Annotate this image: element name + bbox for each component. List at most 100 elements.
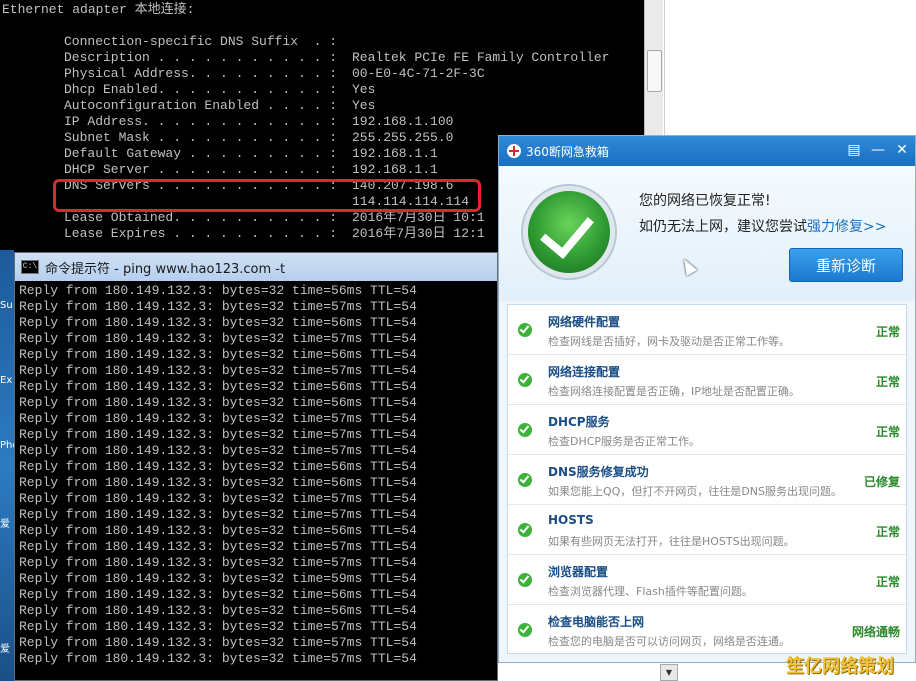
check-item-desc: 检查DHCP服务是否正常工作。	[548, 435, 701, 448]
suggestion-text: 如仍无法上网，建议您尝试	[639, 219, 807, 235]
dns-servers-highlight	[53, 179, 481, 212]
ipconfig-value: Realtek PCIe FE Family Controller	[352, 50, 610, 65]
ipconfig-label: DHCP Server . . . . . . . . . . . :	[64, 162, 338, 177]
ping-reply-line: Reply from 180.149.132.3: bytes=32 time=…	[19, 299, 417, 314]
check-item-title: 检查电脑能否上网	[548, 615, 645, 629]
panel-titlebar[interactable]: 360断网急救箱 ▤ — ✕	[499, 136, 915, 166]
ping-reply-line: Reply from 180.149.132.3: bytes=32 time=…	[19, 571, 417, 586]
ipconfig-value: 192.168.1.1	[352, 162, 438, 177]
ipconfig-value: 2016年7月30日 10:1	[352, 210, 485, 225]
check-items-list: 网络硬件配置 检查网线是否插好，网卡及驱动是否正常工作等。 正常 网络连接配置 检查网络…	[507, 304, 907, 654]
check-item: DNS服务修复成功 如果您能上QQ，但打不开网页，往往是DNS服务出现问题。 已修复	[508, 455, 906, 505]
ipconfig-label: Lease Obtained. . . . . . . . . . :	[64, 210, 338, 225]
ipconfig-value: 2016年7月30日 12:1	[352, 226, 485, 241]
ping-reply-line: Reply from 180.149.132.3: bytes=32 time=…	[19, 411, 417, 426]
ping-reply-line: Reply from 180.149.132.3: bytes=32 time=…	[19, 475, 417, 490]
ping-reply-line: Reply from 180.149.132.3: bytes=32 time=…	[19, 635, 417, 650]
desktop-background: Su Ex Pho 爱 爱	[0, 250, 19, 681]
ping-reply-line: Reply from 180.149.132.3: bytes=32 time=…	[19, 395, 417, 410]
status-message: 您的网络已恢复正常!	[639, 193, 771, 209]
ping-output: Reply from 180.149.132.3: bytes=32 time=…	[19, 283, 497, 680]
ping-reply-line: Reply from 180.149.132.3: bytes=32 time=…	[19, 507, 417, 522]
check-item-desc: 如果您能上QQ，但打不开网页，往往是DNS服务出现问题。	[548, 485, 842, 498]
force-repair-link[interactable]: 强力修复>>	[807, 219, 886, 235]
scroll-down-arrow-icon[interactable]: ▼	[660, 664, 678, 681]
ipconfig-label: Default Gateway . . . . . . . . . :	[64, 146, 338, 161]
ping-reply-line: Reply from 180.149.132.3: bytes=32 time=…	[19, 651, 417, 666]
ipconfig-label: Lease Expires . . . . . . . . . . :	[64, 226, 338, 241]
ping-reply-line: Reply from 180.149.132.3: bytes=32 time=…	[19, 459, 417, 474]
scroll-thumb[interactable]	[647, 50, 662, 92]
ping-reply-line: Reply from 180.149.132.3: bytes=32 time=…	[19, 331, 417, 346]
ipconfig-label: Subnet Mask . . . . . . . . . . . :	[64, 130, 338, 145]
check-item-title: DHCP服务	[548, 415, 610, 429]
network-repair-panel: 360断网急救箱 ▤ — ✕ 您的网络已恢复正常! 如仍无法上网，建议您尝试强力…	[498, 135, 916, 663]
suggestion-message: 如仍无法上网，建议您尝试强力修复>>	[639, 216, 886, 236]
cmd-icon: C:\	[21, 260, 39, 274]
desktop-icon-label[interactable]: Su	[0, 300, 13, 311]
desktop-icon-label[interactable]: 爱	[0, 640, 10, 655]
rediagnose-button[interactable]: 重新诊断	[789, 248, 903, 282]
ping-reply-line: Reply from 180.149.132.3: bytes=32 time=…	[19, 603, 417, 618]
console-titlebar[interactable]: C:\ 命令提示符 - ping www.hao123.com -t	[15, 253, 497, 281]
check-item-title: DNS服务修复成功	[548, 465, 649, 479]
panel-title: 360断网急救箱	[526, 144, 609, 159]
check-item: HOSTS 如果有些网页无法打开，往往是HOSTS出现问题。 正常	[508, 505, 906, 555]
ping-reply-line: Reply from 180.149.132.3: bytes=32 time=…	[19, 443, 417, 458]
ping-reply-line: Reply from 180.149.132.3: bytes=32 time=…	[19, 539, 417, 554]
desktop-icon-label[interactable]: 爱	[0, 515, 10, 530]
check-item-status: 正常	[875, 425, 900, 439]
ipconfig-label: Description . . . . . . . . . . . :	[64, 50, 338, 65]
check-item: 浏览器配置检查浏览器代理、Flash插件等配置问题。 正常	[508, 555, 906, 605]
ok-check-icon	[518, 623, 532, 637]
check-item-desc: 检查浏览器代理、Flash插件等配置问题。	[548, 585, 753, 598]
ipconfig-label: Physical Address. . . . . . . . . :	[64, 66, 338, 81]
check-item-status: 正常	[875, 525, 900, 539]
ping-reply-line: Reply from 180.149.132.3: bytes=32 time=…	[19, 363, 417, 378]
check-item-status: 正常	[875, 325, 900, 339]
background-area	[664, 0, 916, 135]
mouse-cursor-icon	[678, 256, 698, 276]
adapter-header: Ethernet adapter 本地连接:	[2, 2, 195, 17]
ok-check-icon	[518, 373, 532, 387]
check-item-status: 网络通畅	[851, 625, 900, 639]
close-icon[interactable]: ✕	[895, 142, 909, 158]
check-item-title: 网络连接配置	[548, 365, 621, 379]
ping-reply-line: Reply from 180.149.132.3: bytes=32 time=…	[19, 379, 417, 394]
check-item: 网络连接配置检查网络连接配置是否正确，IP地址是否配置正确。 正常	[508, 355, 906, 405]
ok-check-icon	[518, 423, 532, 437]
menu-icon[interactable]: ▤	[847, 142, 861, 158]
ipconfig-value: Yes	[352, 98, 376, 113]
ipconfig-value: 192.168.1.1	[352, 146, 438, 161]
check-item-desc: 检查网络连接配置是否正确，IP地址是否配置正确。	[548, 385, 800, 398]
check-item-desc: 如果有些网页无法打开，往往是HOSTS出现问题。	[548, 535, 795, 548]
ping-reply-line: Reply from 180.149.132.3: bytes=32 time=…	[19, 555, 417, 570]
ok-check-icon	[518, 323, 532, 337]
check-item: 网络硬件配置检查网线是否插好，网卡及驱动是否正常工作等。 正常	[508, 305, 906, 355]
status-area: 您的网络已恢复正常! 如仍无法上网，建议您尝试强力修复>> 重新诊断	[499, 166, 915, 301]
check-item-status: 正常	[875, 575, 900, 589]
ipconfig-value: 00-E0-4C-71-2F-3C	[352, 66, 485, 81]
ipconfig-label: Autoconfiguration Enabled . . . . :	[64, 98, 338, 113]
check-item-status: 正常	[875, 375, 900, 389]
ipconfig-value: Yes	[352, 82, 376, 97]
minimize-icon[interactable]: —	[871, 142, 885, 158]
ping-reply-line: Reply from 180.149.132.3: bytes=32 time=…	[19, 587, 417, 602]
ipconfig-label: IP Address. . . . . . . . . . . . :	[64, 114, 338, 129]
check-item-title: 网络硬件配置	[548, 315, 621, 329]
check-item-desc: 检查网线是否插好，网卡及驱动是否正常工作等。	[548, 335, 790, 348]
ping-reply-line: Reply from 180.149.132.3: bytes=32 time=…	[19, 283, 417, 298]
ipconfig-label: Dhcp Enabled. . . . . . . . . . . :	[64, 82, 338, 97]
ping-reply-line: Reply from 180.149.132.3: bytes=32 time=…	[19, 491, 417, 506]
ping-console-window[interactable]: C:\ 命令提示符 - ping www.hao123.com -t Reply…	[14, 252, 498, 681]
console-title: 命令提示符 - ping www.hao123.com -t	[45, 261, 286, 277]
check-item-title: 浏览器配置	[548, 565, 609, 579]
ok-check-icon	[518, 473, 532, 487]
ipconfig-value: 192.168.1.100	[352, 114, 454, 129]
success-check-icon	[523, 186, 615, 278]
ipconfig-label: Connection-specific DNS Suffix . :	[64, 34, 338, 49]
red-cross-icon	[507, 144, 521, 158]
desktop-icon-label[interactable]: Ex	[0, 375, 12, 386]
ipconfig-value: 255.255.255.0	[352, 130, 454, 145]
ping-reply-line: Reply from 180.149.132.3: bytes=32 time=…	[19, 347, 417, 362]
